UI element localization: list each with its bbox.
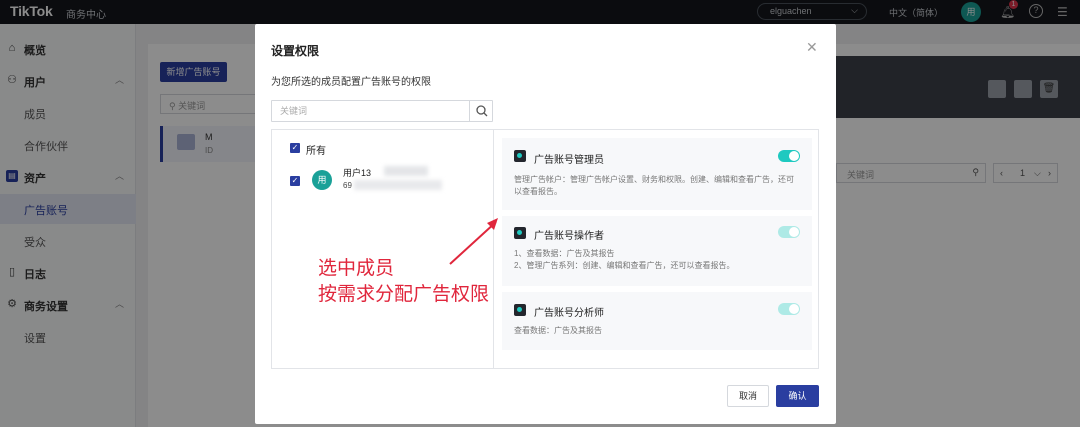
role-icon xyxy=(514,150,526,162)
annotation-line: 按需求分配广告权限 xyxy=(318,284,490,305)
role-description-line: 管理广告帐户：管理广告帐户设置、财务和权限。创建、编辑和查看广告，还可以查看报告… xyxy=(514,175,794,196)
member-search xyxy=(271,100,493,122)
role-card-analyst: 广告账号分析师 查看数据：广告及其报告 xyxy=(502,292,812,350)
role-description-line: 2、管理广告系列：创建、编辑和查看广告，还可以查看报告。 xyxy=(514,261,735,270)
role-description: 查看数据：广告及其报告 xyxy=(514,325,794,337)
member-checkbox[interactable]: ✓ xyxy=(290,176,300,186)
role-icon xyxy=(514,304,526,316)
role-icon xyxy=(514,227,526,239)
member-search-input[interactable] xyxy=(272,101,468,121)
role-title: 广告账号分析师 xyxy=(534,308,604,319)
member-avatar: 用 xyxy=(312,170,332,190)
role-description-line: 1、查看数据：广告及其报告 xyxy=(514,249,615,258)
role-toggle[interactable] xyxy=(778,150,800,162)
dialog-title: 设置权限 xyxy=(271,44,320,58)
member-id: 69 xyxy=(343,181,352,190)
role-description: 1、查看数据：广告及其报告 2、管理广告系列：创建、编辑和查看广告，还可以查看报… xyxy=(514,248,794,272)
redacted-text xyxy=(354,180,442,190)
annotation-text: 选中成员 按需求分配广告权限 xyxy=(318,256,489,308)
select-all-checkbox[interactable]: ✓ xyxy=(290,143,300,153)
member-name: 用户13 xyxy=(343,168,372,178)
annotation-line: 选中成员 xyxy=(318,258,395,279)
dialog-subtitle: 为您所选的成员配置广告账号的权限 xyxy=(271,77,431,88)
permission-panel: ✓ 所有 ✓ 用 用户13 69 广告账号管理员 管理广告帐户：管理广告帐户设置… xyxy=(271,129,819,369)
search-button[interactable] xyxy=(469,101,493,121)
cancel-button[interactable]: 取消 xyxy=(727,385,769,407)
permission-dialog: 设置权限 ✕ 为您所选的成员配置广告账号的权限 ✓ 所有 ✓ 用 用户13 69… xyxy=(255,24,836,424)
search-icon xyxy=(476,105,488,117)
role-toggle[interactable] xyxy=(778,226,800,238)
select-all-label: 所有 xyxy=(306,146,326,157)
role-description: 管理广告帐户：管理广告帐户设置、财务和权限。创建、编辑和查看广告，还可以查看报告… xyxy=(514,174,794,198)
role-description-line: 查看数据：广告及其报告 xyxy=(514,326,602,335)
redacted-text xyxy=(384,166,428,176)
role-card-admin: 广告账号管理员 管理广告帐户：管理广告帐户设置、财务和权限。创建、编辑和查看广告… xyxy=(502,138,812,210)
close-icon[interactable]: ✕ xyxy=(806,39,818,56)
confirm-button[interactable]: 确认 xyxy=(776,385,819,407)
role-title: 广告账号操作者 xyxy=(534,231,604,242)
role-title: 广告账号管理员 xyxy=(534,155,604,166)
role-toggle[interactable] xyxy=(778,303,800,315)
role-card-operator: 广告账号操作者 1、查看数据：广告及其报告 2、管理广告系列：创建、编辑和查看广… xyxy=(502,216,812,286)
